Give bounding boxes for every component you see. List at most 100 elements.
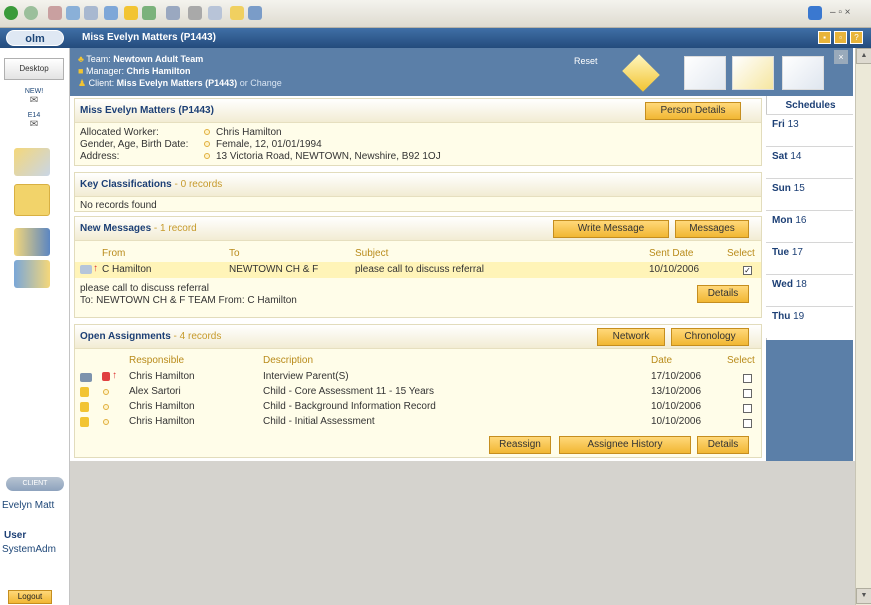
edit-icon[interactable] [208,6,222,20]
manager-prefix: Manager: [85,66,124,76]
back-icon[interactable] [4,6,18,20]
people-folder-icon[interactable] [14,228,50,256]
diamond-icon[interactable] [622,54,660,92]
field-value: Female, 12, 01/01/1994 [216,139,322,150]
window-controls[interactable]: – ▫ × [830,7,851,18]
bullet-icon [204,141,210,148]
search-icon[interactable] [104,6,118,20]
form-icon[interactable] [684,56,726,90]
day-date: 15 [793,183,805,194]
inbox-new[interactable]: NEW! ✉ [12,88,56,106]
day-name: Sun [772,183,791,194]
change-client-link[interactable]: or Change [240,78,282,88]
col-date[interactable]: Date [651,355,672,366]
refresh-icon[interactable] [66,6,80,20]
forward-icon[interactable] [24,6,38,20]
home-icon[interactable] [84,6,98,20]
vertical-scrollbar[interactable]: ▲ ▼ [855,48,871,605]
assignment-select-checkbox[interactable] [743,419,752,428]
field-label: Allocated Worker: [80,127,159,138]
help-button[interactable]: ? [850,31,863,44]
envelope-icon: ✉ [29,95,39,106]
col-sent-date[interactable]: Sent Date [649,248,693,259]
table-row[interactable]: Chris Hamilton Child - Initial Assessmen… [75,415,761,429]
schedule-day-fri[interactable]: Fri 13 [766,114,853,146]
col-select: Select [727,248,755,259]
print-icon[interactable] [188,6,202,20]
user-label: User [4,530,27,541]
close-icon[interactable]: × [834,50,848,64]
schedules-fill [766,340,853,461]
schedule-day-mon[interactable]: Mon 16 [766,210,853,242]
table-row[interactable]: Chris Hamilton Child - Background Inform… [75,400,761,414]
current-client-name[interactable]: Evelyn Matt [2,500,68,511]
notes-icon[interactable] [14,184,50,216]
schedule-day-sun[interactable]: Sun 15 [766,178,853,210]
assignment-date: 13/10/2006 [651,386,702,397]
envelope-icon: ✉ [29,119,39,130]
schedule-day-tue[interactable]: Tue 17 [766,242,853,274]
day-date: 16 [795,215,807,226]
reset-link[interactable]: Reset [574,56,598,66]
scroll-up-icon[interactable]: ▲ [856,48,871,64]
day-name: Thu [772,311,791,322]
assignments-header: Open Assignments - 4 records Network Chr… [75,325,761,349]
table-row[interactable]: ↑ Chris Hamilton Interview Parent(S) 17/… [75,370,761,384]
assignment-select-checkbox[interactable] [743,374,752,383]
folder-icon[interactable] [230,6,244,20]
message-preview-to-from: To: NEWTOWN CH & F TEAM From: C Hamilton [80,295,297,306]
assignment-responsible: Chris Hamilton [129,401,195,412]
schedule-day-thu[interactable]: Thu 19 [766,306,853,338]
col-description[interactable]: Description [263,355,313,366]
olm-logo[interactable]: olm [6,30,64,46]
window-title: Miss Evelyn Matters (P1443) [82,32,216,43]
chronology-button[interactable]: Chronology [671,328,749,346]
favorites-icon[interactable] [124,6,138,20]
app-titlebar: olm Miss Evelyn Matters (P1443) ▪ ▫ ? [0,28,871,48]
inbox-count-label: E14 [27,112,41,119]
col-responsible[interactable]: Responsible [129,355,184,366]
message-sent-date: 10/10/2006 [649,264,700,275]
document-icon[interactable] [782,56,824,90]
col-to[interactable]: To [229,248,240,259]
assignment-date: 10/10/2006 [651,401,702,412]
team-name: Newtown Adult Team [113,54,204,64]
desktop-button[interactable]: Desktop [4,58,64,80]
message-to: NEWTOWN CH & F [229,264,319,275]
write-message-button[interactable]: Write Message [553,220,669,238]
mail-icon[interactable] [166,6,180,20]
scroll-down-icon[interactable]: ▼ [856,588,871,604]
message-row[interactable]: ↑ C Hamilton NEWTOWN CH & F please call … [75,262,761,278]
table-row[interactable]: Alex Sartori Child - Core Assessment 11 … [75,385,761,399]
assignment-select-checkbox[interactable] [743,404,752,413]
media-icon[interactable] [142,6,156,20]
window-icon[interactable] [248,6,262,20]
assignment-select-checkbox[interactable] [743,389,752,398]
schedule-day-wed[interactable]: Wed 18 [766,274,853,306]
client-name[interactable]: Miss Evelyn Matters (P1443) [117,78,238,88]
assignment-responsible: Chris Hamilton [129,416,195,427]
bullet-icon [204,129,210,136]
folder-tree-icon[interactable] [14,148,50,176]
message-select-checkbox[interactable]: ✓ [743,266,752,275]
assignment-details-button[interactable]: Details [697,436,749,454]
group-icon[interactable] [14,260,50,288]
field-gender-age: Gender, Age, Birth Date: Female, 12, 01/0… [80,139,760,150]
schedule-day-sat[interactable]: Sat 14 [766,146,853,178]
assignee-history-button[interactable]: Assignee History [559,436,691,454]
inbox-count[interactable]: E14 ✉ [12,112,56,130]
message-details-button[interactable]: Details [697,285,749,303]
envelope-open-icon[interactable] [732,56,774,90]
reassign-button[interactable]: Reassign [489,436,551,454]
messages-title: New Messages - 1 record [80,223,197,234]
restore-button[interactable]: ▫ [834,31,847,44]
network-button[interactable]: Network [597,328,665,346]
col-from[interactable]: From [102,248,125,259]
minimize-button[interactable]: ▪ [818,31,831,44]
field-address: Address: 13 Victoria Road, NEWTOWN, Newsh… [80,151,760,162]
person-details-button[interactable]: Person Details [645,102,741,120]
logout-button[interactable]: Logout [8,590,52,604]
messages-button[interactable]: Messages [675,220,749,238]
stop-icon[interactable] [48,6,62,20]
col-subject[interactable]: Subject [355,248,388,259]
